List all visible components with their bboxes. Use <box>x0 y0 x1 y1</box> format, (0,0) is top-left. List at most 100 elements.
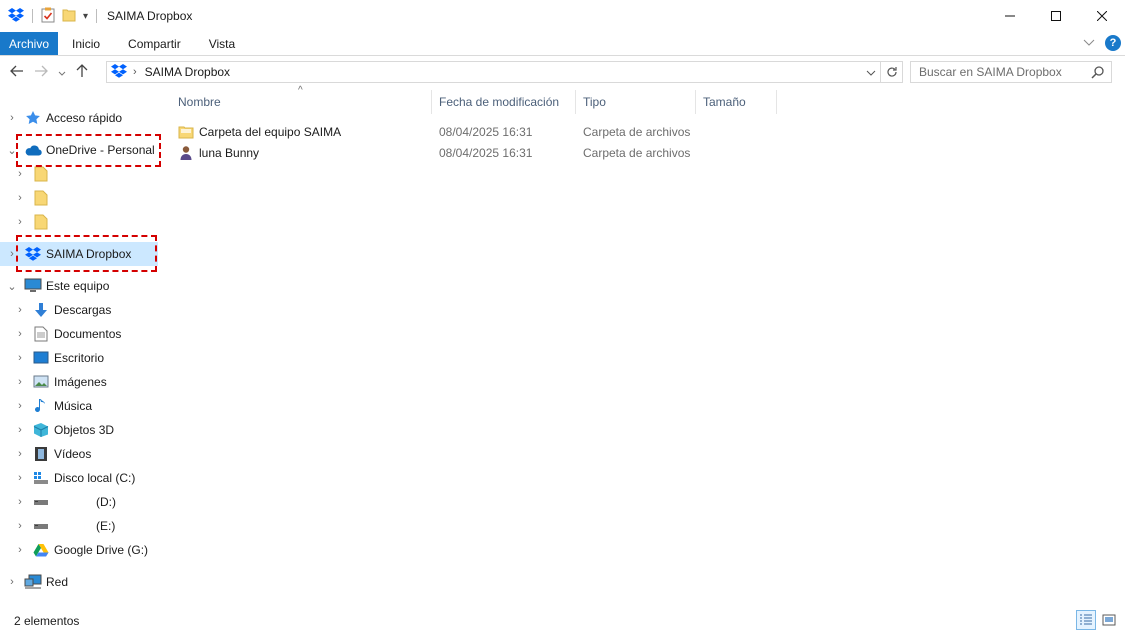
nav-item-videos[interactable]: › Vídeos <box>0 442 158 466</box>
column-headers: ^ Nombre Fecha de modificación Tipo Tama… <box>170 85 790 116</box>
window-controls <box>987 0 1125 32</box>
column-label: Fecha de modificación <box>439 95 560 109</box>
close-button[interactable] <box>1079 0 1125 32</box>
tab-inicio[interactable]: Inicio <box>58 32 114 55</box>
nav-label: Documentos <box>54 327 122 341</box>
details-view-button[interactable] <box>1076 610 1096 630</box>
file-name[interactable]: luna Bunny <box>199 142 259 163</box>
nav-item-network[interactable]: › Red <box>0 570 158 594</box>
details-view-icon <box>1080 614 1092 625</box>
nav-item-onedrive[interactable]: ⌄ OneDrive - Personal <box>0 138 158 162</box>
address-bar[interactable]: › SAIMA Dropbox <box>106 61 881 83</box>
3d-objects-icon <box>32 421 50 439</box>
expand-chevron-icon[interactable]: › <box>14 520 26 532</box>
expand-chevron-icon[interactable]: › <box>14 192 26 204</box>
nav-item-local-disk-c[interactable]: › Disco local (C:) <box>0 466 158 490</box>
expand-chevron-icon[interactable]: › <box>14 448 26 460</box>
recent-locations-icon[interactable] <box>58 66 66 80</box>
file-date: 08/04/2025 16:31 <box>439 124 533 139</box>
nav-item-drive-e[interactable]: › (E:) <box>0 514 158 538</box>
file-name[interactable]: Carpeta del equipo SAIMA <box>199 121 341 142</box>
column-header-size[interactable]: Tamaño <box>696 88 777 116</box>
navigation-buttons <box>10 64 88 81</box>
search-icon[interactable] <box>1091 65 1105 82</box>
expand-chevron-icon[interactable]: › <box>14 400 26 412</box>
nav-item-drive-d[interactable]: › (D:) <box>0 490 158 514</box>
expand-chevron-icon[interactable]: › <box>14 376 26 388</box>
expand-ribbon-icon[interactable] <box>1083 36 1095 50</box>
expand-chevron-icon[interactable]: › <box>14 424 26 436</box>
file-type: Carpeta de archivos <box>583 145 691 160</box>
breadcrumb-current[interactable]: SAIMA Dropbox <box>145 65 230 79</box>
desktop-icon <box>32 349 50 367</box>
address-row: › SAIMA Dropbox Buscar en SAIMA Dropbox <box>0 56 1125 88</box>
expand-chevron-icon[interactable]: › <box>6 576 18 588</box>
properties-icon[interactable] <box>41 7 55 26</box>
nav-item-documents[interactable]: › Documentos <box>0 322 158 346</box>
tab-compartir[interactable]: Compartir <box>114 32 195 55</box>
nav-item-onedrive-folder[interactable]: › <box>0 186 158 210</box>
nav-label: SAIMA Dropbox <box>46 247 132 261</box>
title-bar: ▾ SAIMA Dropbox <box>0 0 1125 32</box>
nav-item-desktop[interactable]: › Escritorio <box>0 346 158 370</box>
file-date: 08/04/2025 16:31 <box>439 145 533 160</box>
expand-chevron-icon[interactable]: › <box>14 216 26 228</box>
tab-vista[interactable]: Vista <box>195 32 249 55</box>
customize-toolbar-icon[interactable]: ▾ <box>83 11 88 22</box>
pc-icon <box>24 277 42 295</box>
column-label: Nombre <box>178 95 221 109</box>
refresh-button[interactable] <box>881 61 903 83</box>
back-arrow-icon[interactable] <box>10 65 24 80</box>
up-arrow-icon[interactable] <box>76 64 88 81</box>
column-divider[interactable] <box>776 90 777 114</box>
expand-chevron-icon[interactable]: › <box>6 248 18 260</box>
tab-archivo[interactable]: Archivo <box>0 32 59 55</box>
nav-item-this-pc[interactable]: ⌄ Este equipo <box>0 274 158 298</box>
nav-item-onedrive-folder[interactable]: › <box>0 210 158 234</box>
file-row[interactable]: Carpeta del equipo SAIMA 08/04/2025 16:3… <box>170 121 710 142</box>
nav-item-google-drive[interactable]: › Google Drive (G:) <box>0 538 158 562</box>
navigation-pane[interactable]: › Acceso rápido ⌄ OneDrive - Personal › … <box>0 104 160 604</box>
google-drive-icon <box>32 541 50 559</box>
nav-item-downloads[interactable]: › Descargas <box>0 298 158 322</box>
nav-item-saima-dropbox[interactable]: › SAIMA Dropbox <box>0 242 158 266</box>
collapse-chevron-icon[interactable]: ⌄ <box>6 280 18 293</box>
new-folder-icon[interactable] <box>61 7 77 26</box>
expand-chevron-icon[interactable]: › <box>14 304 26 316</box>
help-icon[interactable]: ? <box>1105 35 1121 51</box>
maximize-button[interactable] <box>1033 0 1079 32</box>
column-header-name[interactable]: Nombre <box>170 88 432 116</box>
nav-label: Descargas <box>54 303 112 317</box>
breadcrumb-chevron-icon[interactable]: › <box>133 66 137 78</box>
search-input[interactable]: Buscar en SAIMA Dropbox <box>910 61 1112 83</box>
expand-chevron-icon[interactable]: › <box>14 328 26 340</box>
folder-icon <box>32 165 50 183</box>
nav-item-music[interactable]: › Música <box>0 394 158 418</box>
forward-arrow-icon[interactable] <box>34 65 48 80</box>
file-row[interactable]: luna Bunny 08/04/2025 16:31 Carpeta de a… <box>170 142 710 163</box>
large-icons-view-button[interactable] <box>1099 610 1119 630</box>
folder-icon <box>32 189 50 207</box>
toolbar-divider <box>96 9 98 23</box>
collapse-chevron-icon[interactable]: ⌄ <box>6 144 18 157</box>
nav-label: Disco local (C:) <box>54 471 136 485</box>
expand-chevron-icon[interactable]: › <box>6 112 18 124</box>
expand-chevron-icon[interactable]: › <box>14 544 26 556</box>
search-placeholder: Buscar en SAIMA Dropbox <box>919 65 1062 79</box>
address-dropdown-icon[interactable] <box>866 66 876 80</box>
column-header-date[interactable]: Fecha de modificación <box>432 88 576 116</box>
expand-chevron-icon[interactable]: › <box>14 496 26 508</box>
dropbox-icon <box>111 63 127 81</box>
status-item-count: 2 elementos <box>14 614 80 628</box>
expand-chevron-icon[interactable]: › <box>14 168 26 180</box>
nav-label: Objetos 3D <box>54 423 115 437</box>
nav-item-onedrive-folder[interactable]: › <box>0 162 158 186</box>
nav-item-pictures[interactable]: › Imágenes <box>0 370 158 394</box>
expand-chevron-icon[interactable]: › <box>14 352 26 364</box>
nav-item-quick-access[interactable]: › Acceso rápido <box>0 106 158 130</box>
minimize-button[interactable] <box>987 0 1033 32</box>
column-header-type[interactable]: Tipo <box>576 88 696 116</box>
nav-item-3d-objects[interactable]: › Objetos 3D <box>0 418 158 442</box>
expand-chevron-icon[interactable]: › <box>14 472 26 484</box>
refresh-icon <box>886 67 897 77</box>
